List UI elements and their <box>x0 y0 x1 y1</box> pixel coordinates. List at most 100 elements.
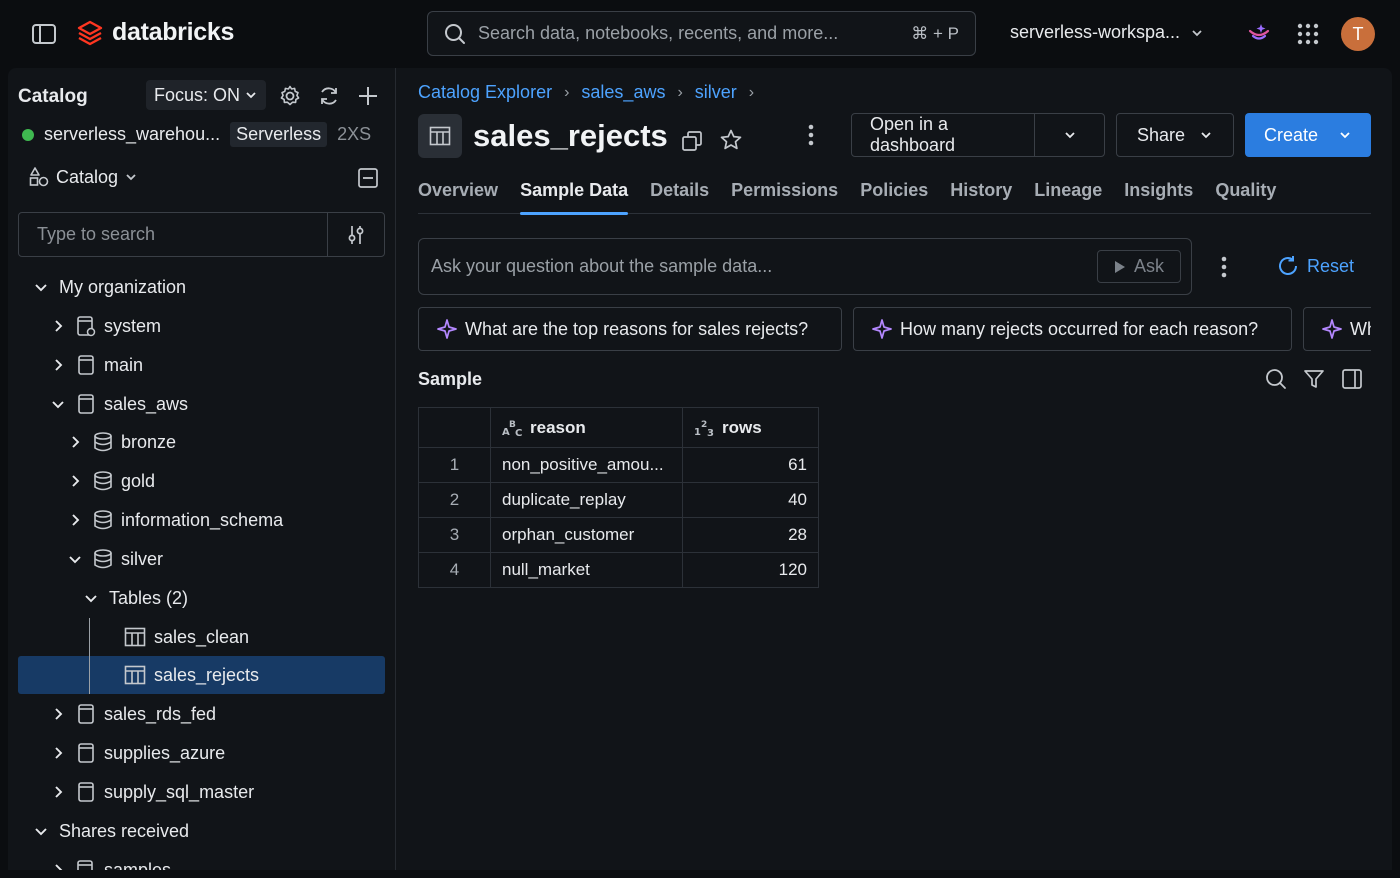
column-name: rows <box>722 417 762 437</box>
collapse-all-icon[interactable] <box>357 167 379 189</box>
tab-policies[interactable]: Policies <box>860 168 928 214</box>
chevron-right-icon <box>72 475 80 487</box>
user-avatar[interactable]: T <box>1341 17 1375 51</box>
cell-reason[interactable]: null_market <box>490 552 683 588</box>
table-row: 3 orphan_customer 28 <box>418 517 819 553</box>
tab-overview[interactable]: Overview <box>418 168 498 214</box>
tab-sample-data[interactable]: Sample Data <box>520 168 629 215</box>
suggestion-chip[interactable]: Wh <box>1303 307 1371 351</box>
sparkle-icon <box>1322 319 1342 339</box>
tree-node-supplies-azure[interactable]: supplies_azure <box>50 734 225 772</box>
filter-sliders-icon[interactable] <box>327 213 384 256</box>
tree-node-system[interactable]: system <box>50 307 161 345</box>
create-label: Create <box>1263 124 1319 145</box>
tree-node-supply-sql-master[interactable]: supply_sql_master <box>50 773 254 811</box>
databricks-logo[interactable]: databricks <box>76 18 234 47</box>
catalog-icon <box>76 742 96 764</box>
table-header-row: ABC reason 123 rows <box>418 407 819 448</box>
chevron-right-icon: › <box>564 83 570 101</box>
tab-permissions[interactable]: Permissions <box>731 168 838 214</box>
open-in-dashboard-button[interactable]: Open in a dashboard <box>851 113 1105 157</box>
suggestion-chip[interactable]: How many rejects occurred for each reaso… <box>853 307 1292 351</box>
tree-node-sales-aws[interactable]: sales_aws <box>50 385 188 423</box>
cell-rows[interactable]: 28 <box>682 517 819 553</box>
chevron-right-icon <box>72 514 80 526</box>
search-placeholder: Search data, notebooks, recents, and mor… <box>478 23 839 43</box>
apps-grid-icon[interactable] <box>1296 22 1320 46</box>
share-button[interactable]: Share <box>1116 113 1234 157</box>
suggestion-chip[interactable]: What are the top reasons for sales rejec… <box>418 307 842 351</box>
tree-search-input[interactable]: Type to search <box>18 212 385 257</box>
add-icon[interactable] <box>356 84 380 108</box>
svg-text:3: 3 <box>707 428 714 437</box>
table-row: 4 null_market 120 <box>418 552 819 588</box>
tree-node-samples[interactable]: samples <box>50 851 171 870</box>
tree-node-tables[interactable]: Tables (2) <box>83 579 188 617</box>
tree-node-sales-rds-fed[interactable]: sales_rds_fed <box>50 695 216 733</box>
tree-node-shares-received[interactable]: Shares received <box>33 812 189 850</box>
search-shortcut: ⌘ + P <box>911 23 959 43</box>
workspace-switcher[interactable]: serverless-workspa... <box>1010 22 1204 43</box>
cell-rows[interactable]: 40 <box>682 482 819 518</box>
tab-lineage[interactable]: Lineage <box>1034 168 1102 214</box>
tree-node-gold[interactable]: gold <box>67 462 155 500</box>
chevron-right-icon <box>72 436 80 448</box>
breadcrumb-sales-aws[interactable]: sales_aws <box>581 82 665 103</box>
cell-rows[interactable]: 120 <box>682 552 819 588</box>
cell-reason[interactable]: duplicate_replay <box>490 482 683 518</box>
tree-node-bronze[interactable]: bronze <box>67 423 176 461</box>
ask-question-input[interactable]: Ask your question about the sample data.… <box>418 238 1192 295</box>
tab-history[interactable]: History <box>950 168 1012 214</box>
cell-rows[interactable]: 61 <box>682 447 819 483</box>
cell-reason[interactable]: orphan_customer <box>490 517 683 553</box>
database-icon <box>93 548 113 570</box>
breadcrumb-catalog-explorer[interactable]: Catalog Explorer <box>418 82 552 103</box>
more-options-icon[interactable] <box>808 124 814 146</box>
more-options-icon[interactable] <box>1221 256 1227 278</box>
search-icon[interactable] <box>1265 368 1287 390</box>
breadcrumb: Catalog Explorer › sales_aws › silver › <box>418 82 754 103</box>
tree-node-sales-rejects[interactable]: sales_rejects <box>124 656 259 694</box>
reset-button[interactable]: Reset <box>1277 255 1354 277</box>
tree-node-information-schema[interactable]: information_schema <box>67 501 283 539</box>
column-header-rows[interactable]: 123 rows <box>682 407 819 448</box>
chevron-down-icon <box>1338 128 1352 142</box>
chevron-right-icon <box>55 864 63 870</box>
create-button[interactable]: Create <box>1245 113 1371 157</box>
table-icon <box>124 627 146 647</box>
column-name: reason <box>530 417 586 437</box>
refresh-icon[interactable] <box>317 84 341 108</box>
ask-button[interactable]: Ask <box>1097 250 1181 283</box>
chevron-down-icon <box>244 88 258 102</box>
database-icon <box>93 509 113 531</box>
tab-details[interactable]: Details <box>650 168 709 214</box>
suggestion-text: What are the top reasons for sales rejec… <box>465 318 809 339</box>
databricks-logo-icon <box>76 19 104 47</box>
sidebar-toggle-icon[interactable] <box>30 20 58 48</box>
tree-node-silver[interactable]: silver <box>67 540 163 578</box>
chevron-down-icon <box>35 828 47 836</box>
tree-node-main[interactable]: main <box>50 346 143 384</box>
tree-guide-line <box>89 618 90 694</box>
breadcrumb-silver[interactable]: silver <box>695 82 737 103</box>
row-index: 1 <box>418 447 491 483</box>
cell-reason[interactable]: non_positive_amou... <box>490 447 683 483</box>
column-header-reason[interactable]: ABC reason <box>490 407 683 448</box>
assistant-sparkle-icon[interactable] <box>1246 21 1272 47</box>
chevron-down-icon[interactable] <box>1034 114 1104 156</box>
copy-icon[interactable] <box>681 130 703 152</box>
tab-quality[interactable]: Quality <box>1215 168 1276 214</box>
tab-insights[interactable]: Insights <box>1124 168 1193 214</box>
tree-label: main <box>104 354 144 375</box>
star-icon[interactable] <box>719 128 743 152</box>
tree-node-sales-clean[interactable]: sales_clean <box>124 618 249 656</box>
gear-icon[interactable] <box>278 84 302 108</box>
focus-toggle-button[interactable]: Focus: ON <box>146 80 267 110</box>
global-search-input[interactable]: Search data, notebooks, recents, and mor… <box>427 11 976 56</box>
catalog-type-selector[interactable]: Catalog <box>28 166 138 188</box>
side-panel-icon[interactable] <box>1341 368 1363 390</box>
filter-icon[interactable] <box>1303 368 1325 390</box>
chevron-down-icon <box>1190 26 1204 40</box>
tree-node-my-organization[interactable]: My organization <box>33 268 186 306</box>
warehouse-selector[interactable]: serverless_warehou... Serverless 2XS <box>22 122 392 147</box>
